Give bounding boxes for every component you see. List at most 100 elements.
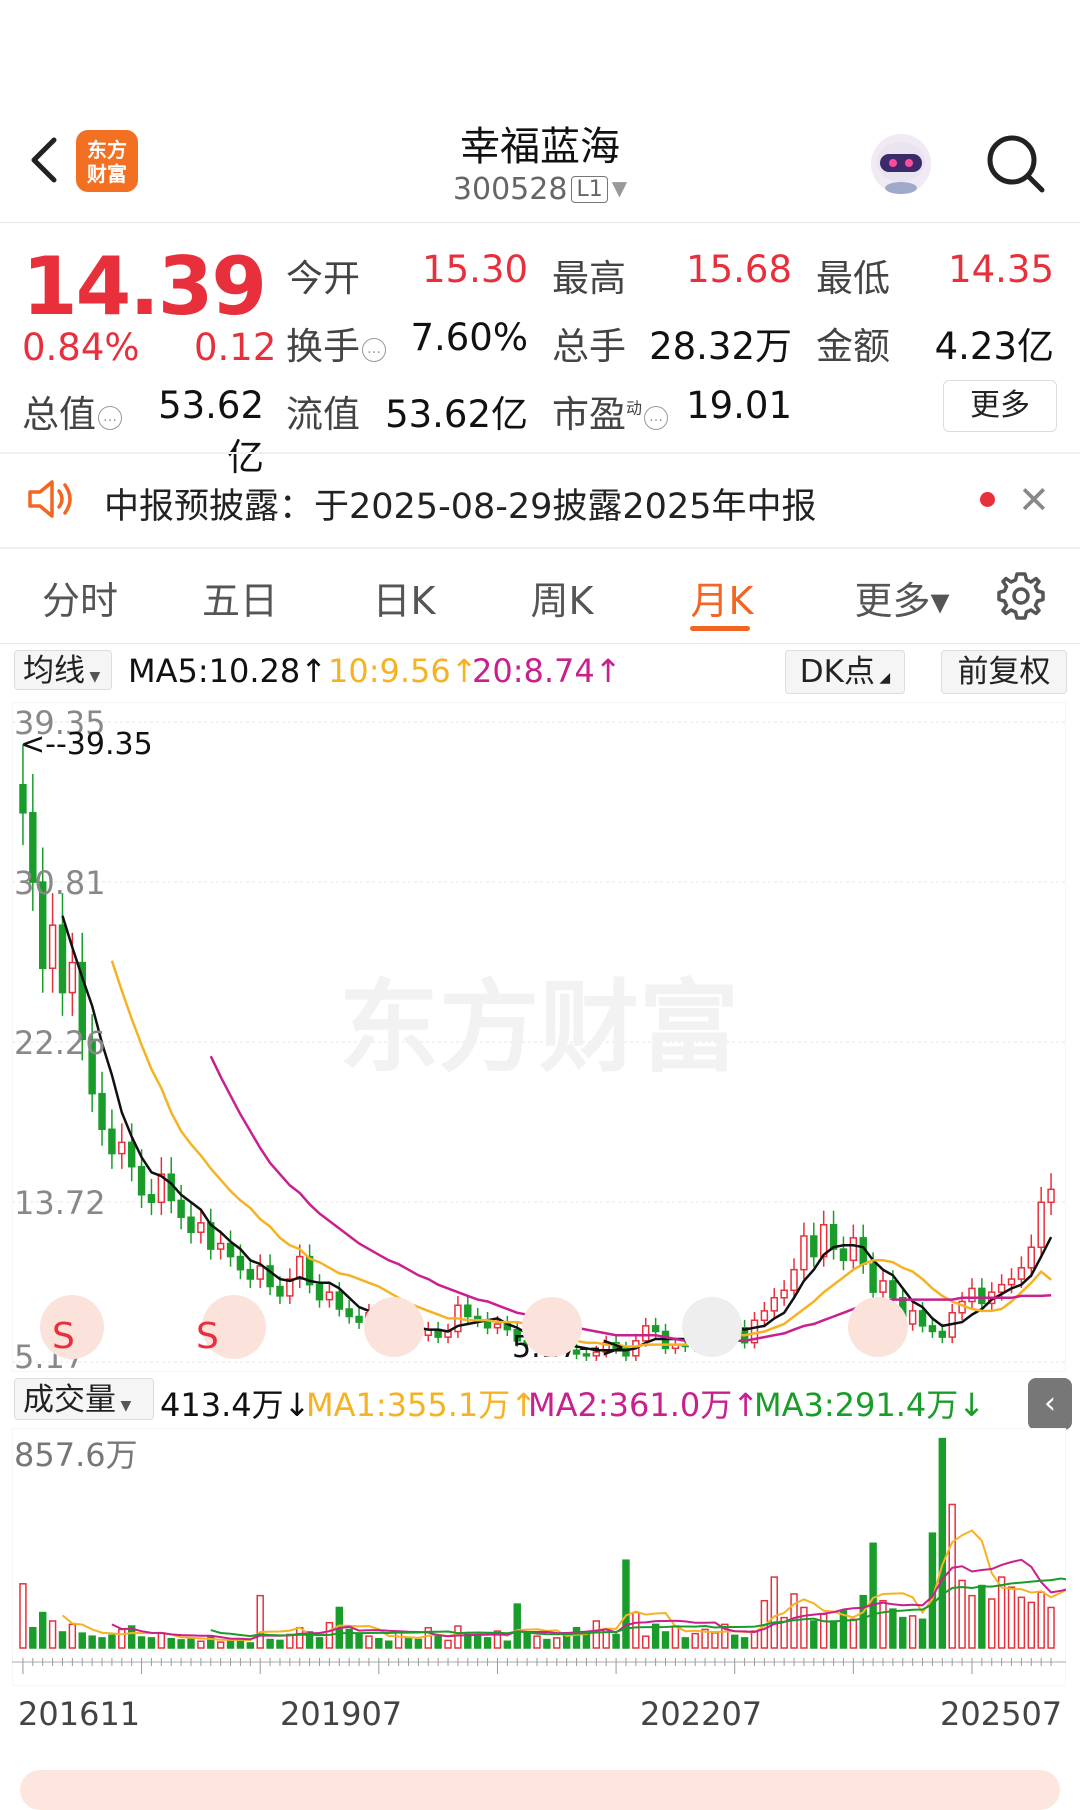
volume-bar [58,1631,67,1649]
tab-monthly-k[interactable]: 月K [652,570,792,625]
ma10-legend: 10:9.56↑ [328,652,478,690]
open-label: 今开 [286,257,360,300]
volume-bar [879,1599,887,1649]
volume-bar [671,1625,680,1649]
candle-body [1007,1278,1016,1286]
volume-bar [137,1636,146,1649]
volume-bar [256,1594,264,1649]
volume-label: 总手 [552,325,626,368]
volume-bar [503,1640,512,1649]
volume-bar [829,1620,838,1649]
volume-bar [553,1637,561,1649]
x-label: 202207 [640,1695,763,1733]
tab-five-day[interactable]: 五日 [170,570,310,625]
volume-bar [750,1630,759,1649]
volume-bar [661,1631,670,1649]
candle-body [829,1224,838,1250]
volume-bar [355,1633,363,1649]
candle-body [226,1242,235,1258]
amount-value: 4.23亿 [934,325,1054,368]
volume-bar [177,1639,185,1649]
candle-body [335,1291,344,1310]
open-value: 15.30 [422,248,528,291]
candle-body [118,1141,126,1155]
volume-bar [622,1559,630,1649]
unread-dot [980,492,995,507]
volume-bar [711,1632,719,1649]
tab-intraday[interactable]: 分时 [10,570,150,625]
tab-more[interactable]: 更多▾ [822,570,982,625]
speaker-icon [28,480,72,518]
volume-bar [48,1620,57,1649]
candle-body [978,1287,986,1305]
volume-bar [246,1642,255,1649]
volume-bar [938,1437,947,1649]
candle-body [48,924,57,969]
bottom-banner[interactable] [20,1770,1060,1810]
candle-body [493,1323,502,1329]
candle-body [780,1289,788,1299]
volume-bar [592,1620,601,1649]
search-icon[interactable] [980,128,1050,198]
volume-bar [948,1503,956,1649]
info-icon[interactable]: … [644,406,669,430]
vol-ma2-legend: MA2:361.0万↑ [528,1386,760,1424]
pe-label: 市盈动… [552,384,669,438]
volume-indicator-select[interactable]: 成交量 ▼ [14,1378,154,1420]
turnover-label: 换手… [286,316,386,370]
pe-superscript: 动 [626,398,643,418]
volume-bar [98,1637,106,1649]
candle-body [879,1280,887,1293]
volume-bar [770,1576,778,1649]
change-amount: 0.12 [194,326,277,369]
dk-point-button[interactable]: DK点 ◢ [785,650,905,694]
candle-body [108,1128,116,1155]
candle-body [839,1248,848,1262]
x-label: 201611 [18,1695,141,1733]
candle-body [197,1222,205,1233]
candle-body [137,1165,146,1196]
volume-bar [266,1638,274,1649]
y-tick-label: 13.72 [14,1184,106,1222]
gear-icon[interactable] [995,570,1047,622]
volume-chart[interactable]: 857.6万 [12,1428,1066,1686]
high-value: 15.68 [686,248,792,291]
more-button[interactable]: 更多 [943,380,1057,432]
divider [0,643,1080,644]
divider [0,547,1080,549]
robot-assistant-icon[interactable] [866,128,936,198]
indicator-select[interactable]: 均线 ▼ [14,650,112,690]
collapse-panel-button[interactable]: ‹ [1028,1378,1072,1430]
volume-bar [444,1639,452,1649]
volume-value: 28.32万 [649,325,792,368]
kline-chart[interactable]: 东方财富 39.3530.8122.2613.725.17 <--39.35 5… [12,702,1066,1372]
volume-bar [315,1637,324,1649]
volume-bar [908,1615,917,1649]
watermark: 东方财富 [339,969,739,1086]
close-icon[interactable]: ✕ [1018,478,1050,522]
volume-bar [572,1626,581,1649]
volume-bar [632,1611,640,1649]
header: 东方财富 幸福蓝海 300528 L1 ▼ [0,0,1080,222]
volume-bar [899,1616,907,1649]
volume-bar [523,1632,531,1649]
volume-bar [365,1635,373,1649]
candle-body [642,1325,650,1342]
candle-body [1037,1201,1045,1248]
adjust-select[interactable]: 前复权 [941,650,1067,694]
info-icon[interactable]: … [362,338,386,362]
candle-body [58,924,67,994]
volume-bar [384,1640,393,1649]
tab-daily-k[interactable]: 日K [334,570,474,625]
volume-bar [88,1635,96,1649]
candle-body [355,1315,363,1323]
info-icon[interactable]: … [98,406,122,430]
x-label: 201907 [280,1695,403,1733]
low-value: 14.35 [948,248,1054,291]
chevron-down-icon: ▼ [116,1398,132,1414]
notice-text[interactable]: 中报预披露：于2025-08-29披露2025年中报 [104,478,816,529]
volume-bar [988,1598,996,1649]
volume-bar [78,1632,86,1649]
tab-weekly-k[interactable]: 周K [492,570,632,625]
float-value: 53.62亿 [385,393,528,436]
